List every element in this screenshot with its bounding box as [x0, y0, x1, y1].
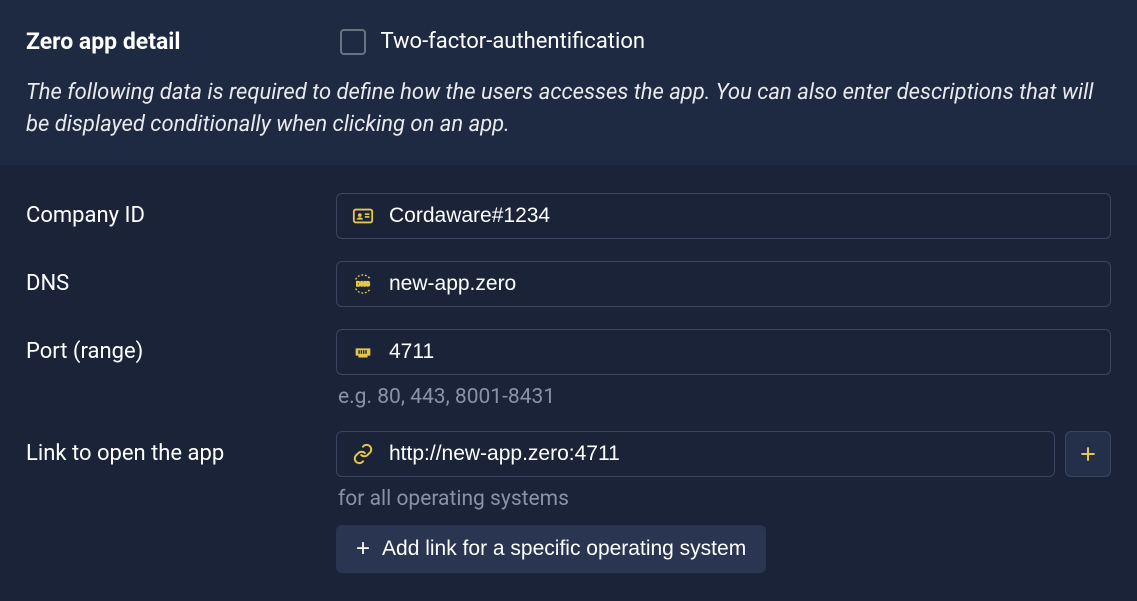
header-row: Zero app detail Two-factor-authentificat…	[26, 28, 1111, 55]
link-icon	[351, 442, 375, 466]
add-specific-os-label: Add link for a specific operating system	[382, 537, 746, 561]
company-id-row: Company ID	[26, 193, 1111, 239]
link-input[interactable]	[389, 442, 1040, 466]
port-helper: e.g. 80, 443, 8001-8431	[336, 385, 1111, 409]
port-label: Port (range)	[26, 329, 336, 364]
company-id-control	[336, 193, 1111, 239]
company-id-input-box[interactable]	[336, 193, 1111, 239]
plus-icon: +	[356, 535, 370, 563]
port-input-box[interactable]	[336, 329, 1111, 375]
port-control: e.g. 80, 443, 8001-8431	[336, 329, 1111, 409]
link-control: for all operating systems + Add link for…	[336, 431, 1111, 573]
link-helper: for all operating systems	[336, 487, 1111, 511]
company-id-label: Company ID	[26, 193, 336, 228]
twofa-checkbox[interactable]	[340, 29, 366, 55]
port-input[interactable]	[389, 340, 1096, 364]
form-section: Company ID DNS	[0, 165, 1137, 601]
ethernet-icon	[351, 340, 375, 364]
dns-row: DNS DNS	[26, 261, 1111, 307]
add-link-button[interactable]	[1065, 431, 1111, 477]
dns-control: DNS	[336, 261, 1111, 307]
twofa-checkbox-group: Two-factor-authentification	[340, 29, 645, 55]
header-section: Zero app detail Two-factor-authentificat…	[0, 0, 1137, 165]
id-card-icon	[351, 204, 375, 228]
dns-input[interactable]	[389, 272, 1096, 296]
link-input-box[interactable]	[336, 431, 1055, 477]
svg-text:DNS: DNS	[356, 281, 370, 288]
section-description: The following data is required to define…	[26, 77, 1111, 141]
dns-input-box[interactable]: DNS	[336, 261, 1111, 307]
add-specific-os-link-button[interactable]: + Add link for a specific operating syst…	[336, 525, 766, 573]
twofa-label: Two-factor-authentification	[380, 29, 645, 54]
dns-icon: DNS	[351, 272, 375, 296]
port-row: Port (range) e.g. 80, 443, 8001-8431	[26, 329, 1111, 409]
link-input-group	[336, 431, 1111, 477]
link-row: Link to open the app	[26, 431, 1111, 573]
dns-label: DNS	[26, 261, 336, 296]
link-label: Link to open the app	[26, 431, 336, 466]
section-title: Zero app detail	[26, 28, 180, 55]
company-id-input[interactable]	[389, 204, 1096, 228]
